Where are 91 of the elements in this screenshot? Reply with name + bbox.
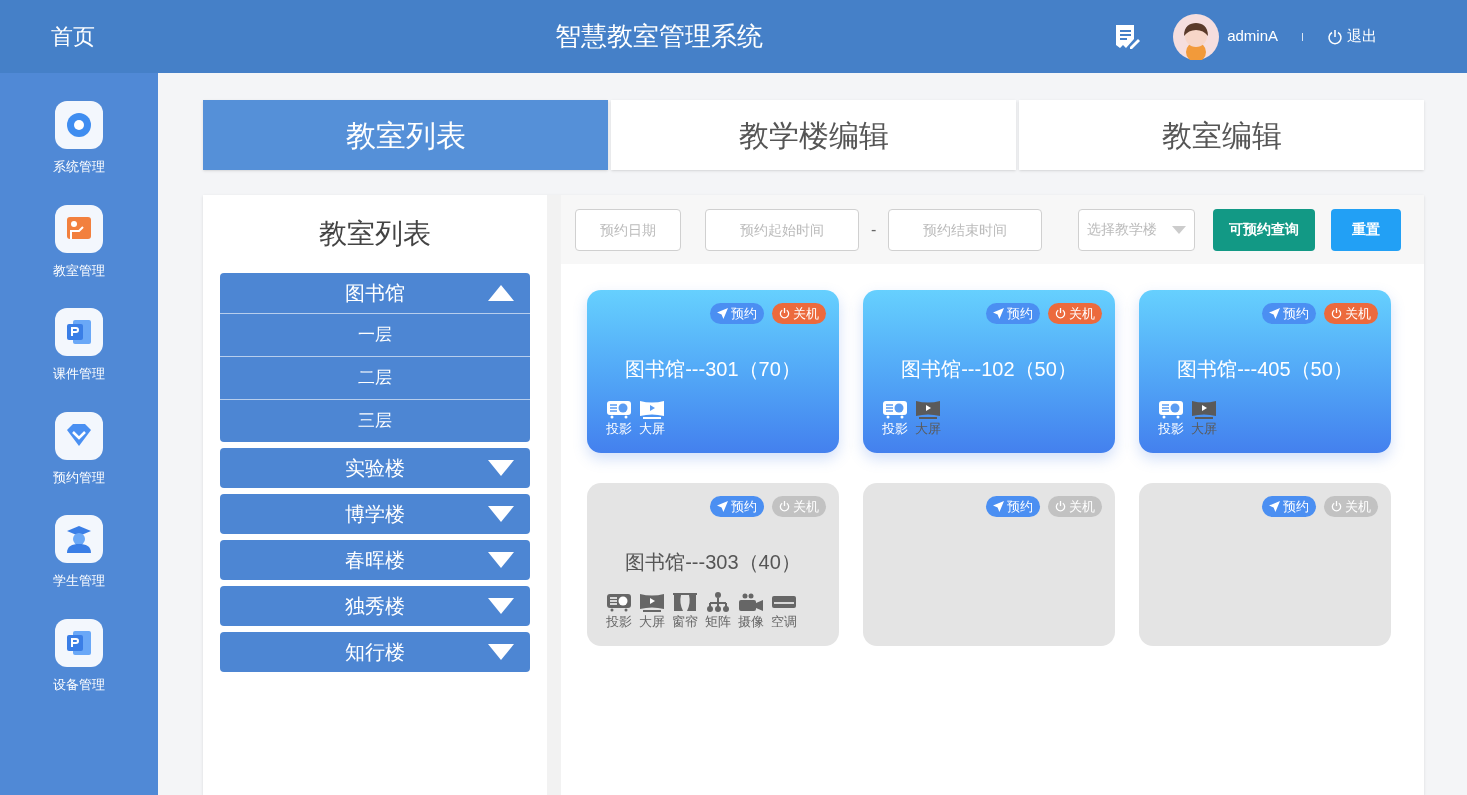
room-card[interactable]: 预约 关机 图书馆---303（40） 投影 大屏 窗帘 矩阵 摄像 空调 [587, 483, 839, 646]
send-icon [993, 308, 1004, 319]
send-icon [993, 501, 1004, 512]
shutdown-button[interactable]: 关机 [1324, 303, 1378, 324]
shutdown-button[interactable]: 关机 [772, 496, 826, 517]
nav-item[interactable]: 课件管理 [53, 308, 105, 384]
username: adminA [1227, 26, 1278, 47]
room-title: 图书馆---303（40） [624, 550, 802, 575]
query-button[interactable]: 可预约查询 [1213, 208, 1316, 251]
home-link[interactable]: 首页 [0, 20, 145, 53]
date-field[interactable]: 预约日期 [575, 208, 681, 251]
floor-item[interactable]: 二层 [220, 356, 530, 399]
document-icon [55, 308, 103, 356]
reset-button[interactable]: 重置 [1331, 208, 1402, 251]
equipment-label: 投影 [1158, 420, 1184, 438]
shutdown-button[interactable]: 关机 [1324, 496, 1378, 517]
reserve-button[interactable]: 预约 [710, 303, 764, 324]
nav-item[interactable]: 系统管理 [53, 101, 105, 177]
tab[interactable]: 教学楼编辑 [611, 100, 1016, 170]
power-icon [1331, 501, 1342, 512]
equipment-label: 大屏 [1191, 420, 1217, 438]
range-separator: - [871, 219, 877, 240]
building-item[interactable]: 博学楼 [220, 494, 530, 534]
send-icon [1269, 308, 1280, 319]
power-icon [779, 308, 790, 319]
document-icon [55, 618, 103, 667]
nav-item[interactable]: 预约管理 [53, 411, 105, 487]
equipment-label: 大屏 [639, 613, 665, 631]
app-title: 智慧教室管理系统 [554, 20, 765, 53]
tab[interactable]: 教室编辑 [1019, 100, 1424, 170]
room-card[interactable]: 预约 关机 图书馆---405（50） 投影 大屏 [1139, 290, 1391, 453]
equipment-label: 矩阵 [705, 613, 731, 631]
shutdown-button[interactable]: 关机 [1048, 496, 1102, 517]
floor-item[interactable]: 三层 [220, 399, 530, 442]
graduate-icon [55, 515, 103, 563]
room-title: 图书馆---102（50） [900, 357, 1078, 382]
building-item[interactable]: 图书馆 [220, 273, 530, 313]
send-icon [717, 501, 728, 512]
avatar-icon[interactable] [1173, 13, 1220, 60]
caret-icon [488, 552, 514, 568]
caret-icon [488, 460, 514, 476]
equipment-label: 投影 [882, 420, 908, 438]
shutdown-button[interactable]: 关机 [772, 303, 826, 324]
tab[interactable]: 教室列表 [203, 100, 608, 170]
power-icon [1327, 28, 1343, 45]
gear-icon [55, 101, 103, 149]
room-title: 图书馆---301（70） [624, 357, 802, 382]
building-item[interactable]: 独秀楼 [220, 586, 530, 626]
power-icon [779, 501, 790, 512]
caret-icon [488, 285, 514, 301]
room-card[interactable]: 预约 关机 图书馆---301（70） 投影 大屏 [587, 290, 839, 453]
equipment-label: 空调 [771, 613, 797, 631]
nav-item[interactable]: 学生管理 [53, 515, 105, 591]
equipment-label: 投影 [606, 420, 632, 438]
building-item[interactable]: 知行楼 [220, 632, 530, 672]
nav-item[interactable]: 教室管理 [53, 204, 105, 280]
building-item[interactable]: 实验楼 [220, 448, 530, 488]
reserve-button[interactable]: 预约 [986, 303, 1040, 324]
equipment-label: 大屏 [639, 420, 665, 438]
nav-item[interactable]: 设备管理 [53, 618, 105, 694]
send-icon [1269, 501, 1280, 512]
caret-icon [488, 644, 514, 660]
equipment-label: 投影 [606, 613, 632, 631]
shutdown-button[interactable]: 关机 [1048, 303, 1102, 324]
power-icon [1331, 308, 1342, 319]
reserve-button[interactable]: 预约 [1262, 496, 1316, 517]
reserve-button[interactable]: 预约 [986, 496, 1040, 517]
end-time-field[interactable]: 预约结束时间 [888, 208, 1043, 251]
classroom-icon [55, 204, 103, 253]
reserve-button[interactable]: 预约 [710, 496, 764, 517]
room-card[interactable]: 预约 关机 图书馆---102（50） 投影 大屏 [863, 290, 1115, 453]
room-card[interactable]: 预约 关机 [1139, 483, 1391, 646]
power-icon [1055, 501, 1066, 512]
building-item[interactable]: 春晖楼 [220, 540, 530, 580]
caret-icon [488, 598, 514, 614]
send-icon [717, 308, 728, 319]
room-card[interactable]: 预约 关机 [863, 483, 1115, 646]
floor-item[interactable]: 一层 [220, 313, 530, 356]
building-select[interactable]: 选择教学楼 [1078, 208, 1196, 251]
power-icon [1055, 308, 1066, 319]
start-time-field[interactable]: 预约起始时间 [705, 208, 859, 251]
equipment-label: 窗帘 [672, 613, 698, 631]
room-title: 图书馆---405（50） [1176, 357, 1354, 382]
caret-icon [488, 506, 514, 522]
logout-button[interactable]: 退出 [1327, 25, 1377, 48]
note-edit-icon[interactable] [1113, 22, 1142, 51]
reserve-button[interactable]: 预约 [1262, 303, 1316, 324]
equipment-label: 摄像 [738, 613, 764, 631]
equipment-label: 大屏 [915, 420, 941, 438]
panel-title: 教室列表 [318, 217, 432, 251]
dropdown-caret-icon [1172, 225, 1187, 234]
